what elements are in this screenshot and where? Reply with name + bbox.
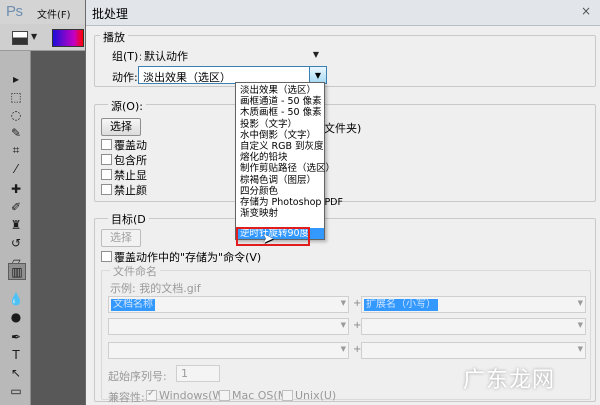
photoshop-menubar: Ps 文件(F) [0,0,85,25]
chevron-down-icon: ▼ [340,299,346,307]
path-select-tool-icon[interactable]: ↖ [8,365,24,380]
compatibility-label: 兼容性: [108,391,145,404]
dodge-tool-icon[interactable]: ● [8,309,24,324]
naming-field-1[interactable]: 文档名称 ▼ [108,296,349,313]
chevron-down-icon: ▼ [577,299,583,307]
action-value: 淡出效果（选区） [143,71,231,84]
include-subfolders-checkbox[interactable] [101,154,112,165]
compat-mac-checkbox[interactable] [219,390,230,401]
source-label: 源(O): [108,98,146,114]
history-brush-tool-icon[interactable]: ↺ [8,235,24,250]
suppress-dialogs-checkbox[interactable] [101,169,112,180]
shape-tool-icon[interactable]: ▭ [8,383,24,398]
lasso-tool-icon[interactable]: ◌ [8,107,24,122]
dropdown-item[interactable]: 熔化的铅块 [238,152,324,163]
document-canvas-area [31,51,86,405]
naming-field-4[interactable]: ▼ [361,318,586,335]
source-group [94,104,596,202]
serial-number-label: 起始序列号: [108,370,167,383]
naming-field-2-value: 扩展名（小写） [364,299,438,311]
naming-field-1-value: 文档名称 [111,299,155,311]
gradient-swatch[interactable] [52,29,84,47]
watermark: 广东龙网 [463,368,556,393]
dropdown-item[interactable]: 渐变映射 [238,208,324,219]
pen-tool-icon[interactable]: ✒ [8,329,24,344]
type-tool-icon[interactable]: T [8,347,24,362]
dropdown-item[interactable]: 画框通道 - 50 像素 [238,96,324,107]
compat-unix-label: Unix(U) [295,389,337,402]
healing-brush-tool-icon[interactable]: ✚ [8,181,24,196]
gradient-tool-preset-icon[interactable] [12,31,28,45]
include-subfolders-suffix: 文件夹) [324,122,362,135]
tools-panel: ▸ ⬚ ◌ ✎ ⌗ ⁄ ✚ ✐ ♜ ↺ ▱ ▥ 💧 ● ✒ T ↖ ▭ [0,51,31,405]
set-combo[interactable]: 默认动作 ▼ [139,45,325,63]
quick-select-tool-icon[interactable]: ✎ [8,125,24,140]
dropdown-item[interactable]: 制作剪贴路径（选区） [238,163,335,174]
override-open-checkbox[interactable] [101,139,112,150]
destination-label: 目标(D [108,211,149,227]
compat-unix-checkbox[interactable] [282,390,293,401]
compat-windows-label: Windows(W) [159,389,228,402]
chevron-down-icon: ▼ [312,49,320,59]
serial-number-input[interactable]: 1 [176,365,220,382]
naming-field-2[interactable]: 扩展名（小写） ▼ [361,296,586,313]
file-naming-label: 文件命名 [110,263,160,279]
suppress-color-warnings-checkbox[interactable] [101,184,112,195]
action-dropdown-list: 淡出效果（选区） 画框通道 - 50 像素 木质画框 - 50 像素 投影（文字… [235,82,343,240]
dropdown-item[interactable]: 四分颜色 [238,186,324,197]
blur-tool-icon[interactable]: 💧 [8,291,24,306]
photoshop-logo: Ps [6,3,23,20]
chevron-down-icon: ▼ [340,321,346,329]
move-tool-icon[interactable]: ▸ [8,71,24,86]
chevron-down-icon: ▼ [577,345,583,353]
dropdown-item[interactable]: 淡出效果（选区） [238,85,324,96]
dropdown-item[interactable]: 自定义 RGB 到灰度 [238,141,324,152]
chevron-down-icon: ▼ [577,321,583,329]
dialog-titlebar: 批处理 × [86,0,600,26]
dialog-title: 批处理 [92,7,129,21]
suppress-dialogs-label: 禁止显 [114,169,147,182]
chevron-down-icon[interactable]: ▼ [309,67,326,83]
mouse-cursor-icon: ➤ [262,231,274,247]
play-group-label: 播放 [100,29,128,45]
gradient-tool-icon[interactable]: ▥ [8,263,26,280]
override-open-label: 覆盖动 [114,139,147,152]
dropdown-item[interactable]: 木质画框 - 50 像素 [238,107,324,118]
naming-field-3[interactable]: ▼ [108,318,349,335]
set-label: 组(T): [112,50,143,63]
suppress-color-warnings-label: 禁止颜 [114,184,147,197]
source-choose-button[interactable]: 选择 [101,118,141,136]
dropdown-item[interactable]: 棕褐色调（图层） [238,175,324,186]
dropdown-item[interactable]: 存储为 Photoshop PDF [238,197,343,208]
action-label: 动作: [112,71,138,84]
chevron-down-icon: ▼ [340,345,346,353]
close-icon[interactable]: × [581,4,591,18]
set-value: 默认动作 [144,50,188,63]
eyedropper-tool-icon[interactable]: ⁄ [8,161,24,176]
include-subfolders-label: 包含所 [114,154,147,167]
override-save-as-checkbox[interactable] [101,251,112,262]
serial-number-value: 1 [181,367,188,380]
naming-field-5[interactable]: ▼ [108,342,349,359]
dropdown-item[interactable]: 水中倒影（文字） [238,130,324,141]
menu-file[interactable]: 文件(F) [37,6,71,21]
file-naming-example: 示例: 我的文档.gif [110,282,201,295]
clone-stamp-tool-icon[interactable]: ♜ [8,217,24,232]
naming-field-6[interactable]: ▼ [361,342,586,359]
crop-tool-icon[interactable]: ⌗ [8,143,24,158]
dropdown-item[interactable]: 投影（文字） [238,119,324,130]
marquee-tool-icon[interactable]: ⬚ [8,89,24,104]
brush-tool-icon[interactable]: ✐ [8,199,24,214]
chevron-down-icon[interactable]: ▼ [31,32,37,41]
compat-windows-checkbox[interactable] [146,388,157,401]
destination-choose-button[interactable]: 选择 [101,229,141,247]
